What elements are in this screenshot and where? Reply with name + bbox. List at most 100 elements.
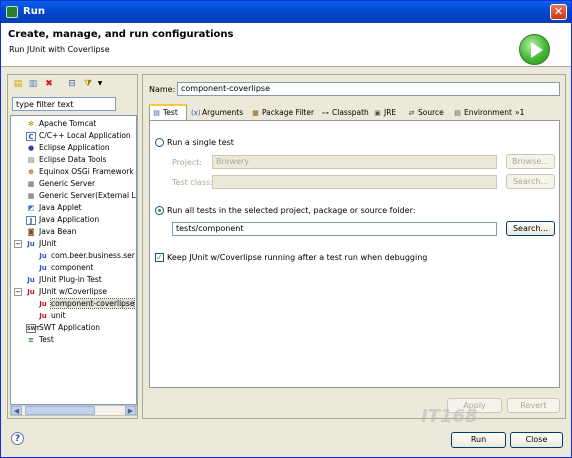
source-icon: ⇄ [408, 108, 415, 117]
filter-input[interactable] [12, 97, 116, 111]
eclipse-icon: ● [27, 143, 35, 152]
tab-test[interactable]: ▤ Test [149, 104, 187, 121]
applet-icon: ◩ [27, 203, 35, 212]
tab-arguments[interactable]: (x)Arguments [189, 106, 247, 120]
tab-classpath[interactable]: ⊶ Classpath [319, 106, 369, 120]
c-app-icon: C [26, 131, 36, 141]
package-icon: ▦ [252, 108, 259, 117]
config-toolbar: ▤ ▥ ✖ ⊟ ⧩ ▼ [10, 77, 136, 93]
keep-running-checkbox[interactable]: ✓ [155, 253, 164, 262]
title-bar[interactable]: Run ✕ [1, 1, 571, 23]
test-folder-field[interactable]: tests/component [172, 222, 497, 236]
tab-source[interactable]: ⇄ Source [405, 106, 449, 120]
junit-icon: Ju [39, 311, 47, 320]
run-button[interactable]: Run [451, 432, 506, 448]
search-folder-button[interactable]: Search... [506, 221, 555, 236]
tree-item-eclipse-data-tools[interactable]: ▤ Eclipse Data Tools [26, 154, 107, 166]
scroll-right-icon[interactable]: ▶ [125, 406, 136, 415]
collapse-all-icon[interactable]: ⊟ [66, 78, 78, 90]
tab-package-filter[interactable]: ▦ Package Filter [249, 106, 317, 120]
tab-overflow[interactable]: »1 [513, 106, 533, 120]
tree-item-component-coverlipse[interactable]: Ju component-coverlipse [38, 298, 136, 310]
tree-item-com-beer-business[interactable]: Ju com.beer.business.ser [38, 250, 135, 262]
swt-icon: SWT [26, 323, 40, 333]
search-class-button[interactable]: Search... [506, 174, 555, 189]
header-subtitle: Run JUnit with Coverlipse [9, 45, 110, 54]
run-single-test-radio[interactable] [155, 138, 164, 147]
tree-item-cpp-local-application[interactable]: C C/C++ Local Application [26, 130, 131, 142]
name-label: Name: [149, 85, 176, 94]
junit-coverlipse-collapse-icon[interactable]: − [14, 288, 22, 296]
jre-icon: ▣ [374, 108, 381, 117]
junit-icon: Ju [39, 263, 47, 272]
keep-running-label: Keep JUnit w/Coverlipse running after a … [167, 253, 428, 262]
tree-item-junit[interactable]: Ju JUnit [26, 238, 56, 250]
junit-icon: Ju [27, 287, 35, 296]
run-single-test-label: Run a single test [167, 138, 234, 147]
classpath-icon: ⊶ [322, 108, 329, 117]
tree-item-junit-plugin-test[interactable]: Ju JUnit Plug-in Test [26, 274, 101, 286]
test-class-label: Test class: [172, 178, 213, 187]
bean-icon: ◙ [27, 227, 35, 236]
new-config-icon[interactable]: ▤ [12, 78, 24, 90]
test-icon: ≡ [28, 335, 34, 344]
tab-environment[interactable]: ▤ Environment [451, 106, 512, 120]
junit-plugin-icon: Ju [27, 275, 35, 284]
tree-item-apache-tomcat[interactable]: ✻ Apache Tomcat [26, 118, 96, 130]
tree-horizontal-scrollbar[interactable]: ◀ ▶ [10, 405, 137, 416]
configuration-list-pane: ▤ ▥ ✖ ⊟ ⧩ ▼ ✻Apache Tomcat CC/C++ Local … [7, 74, 138, 419]
test-tab-body: Run a single test Project: Brewery Brows… [149, 120, 560, 388]
filter-menu-chevron-icon[interactable]: ▼ [94, 78, 106, 90]
run-banner-icon [519, 34, 550, 65]
tree-item-java-application[interactable]: J Java Application [26, 214, 99, 226]
environment-icon: ▤ [454, 108, 461, 117]
junit-icon: Ju [39, 299, 47, 308]
arguments-icon: (x) [191, 108, 201, 117]
project-field[interactable]: Brewery [212, 155, 497, 169]
tree-item-unit[interactable]: Ju unit [38, 310, 65, 322]
scroll-left-icon[interactable]: ◀ [11, 406, 22, 415]
tree-item-generic-server-external[interactable]: ▦ Generic Server(External La [26, 190, 136, 202]
run-all-tests-label: Run all tests in the selected project, p… [167, 206, 416, 215]
browse-button[interactable]: Browse... [506, 154, 555, 169]
tomcat-icon: ✻ [28, 119, 34, 128]
tree-item-junit-coverlipse[interactable]: Ju JUnit w/Coverlipse [26, 286, 107, 298]
test-class-field[interactable] [212, 175, 497, 189]
delete-config-icon[interactable]: ✖ [43, 78, 55, 90]
window-title: Run [23, 6, 45, 17]
tree-item-java-applet[interactable]: ◩ Java Applet [26, 202, 82, 214]
java-app-icon: J [26, 215, 36, 225]
tree-item-swt-application[interactable]: SWTSWT Application [26, 322, 100, 334]
dialog-header: Create, manage, and run configurations R… [1, 23, 571, 67]
close-button[interactable]: Close [510, 432, 563, 448]
tab-jre[interactable]: ▣ JRE [371, 106, 403, 120]
server-icon: ▦ [27, 191, 35, 200]
tree-item-generic-server[interactable]: ▦ Generic Server [26, 178, 95, 190]
server-icon: ▦ [27, 179, 35, 188]
tree-item-test[interactable]: ≡ Test [26, 334, 54, 346]
run-all-tests-radio[interactable] [155, 206, 164, 215]
duplicate-config-icon[interactable]: ▥ [27, 78, 39, 90]
tree-item-equinox-osgi[interactable]: ⊕ Equinox OSGi Framework [26, 166, 134, 178]
configuration-tree: ✻ Apache Tomcat C C/C++ Local Application … [10, 115, 137, 405]
junit-icon: Ju [27, 239, 35, 248]
tree-item-eclipse-application[interactable]: ● Eclipse Application [26, 142, 110, 154]
close-window-button[interactable]: ✕ [550, 4, 567, 20]
tree-item-java-bean[interactable]: ◙ Java Bean [26, 226, 77, 238]
revert-button[interactable]: Revert [507, 398, 560, 413]
name-field[interactable]: component-coverlipse [177, 82, 560, 96]
it168-watermark: IT168 [421, 406, 478, 427]
header-title: Create, manage, and run configurations [8, 29, 234, 40]
help-icon[interactable]: ? [11, 432, 24, 445]
configuration-editor-pane: Name: component-coverlipse ▤ Test (x)Argu… [142, 74, 566, 419]
config-tabs: ▤ Test (x)Arguments ▦ Package Filter ⊶ Clas… [149, 104, 559, 121]
run-app-icon [6, 6, 18, 18]
tree-item-component[interactable]: Ju component [38, 262, 93, 274]
run-dialog: Run ✕ Create, manage, and run configurat… [0, 0, 572, 458]
osgi-icon: ⊕ [28, 167, 34, 176]
project-label: Project: [172, 158, 203, 167]
junit-collapse-icon[interactable]: − [14, 240, 22, 248]
scrollbar-thumb[interactable] [25, 406, 95, 415]
data-tools-icon: ▤ [27, 155, 35, 164]
filter-icon[interactable]: ⧩ [82, 78, 94, 90]
